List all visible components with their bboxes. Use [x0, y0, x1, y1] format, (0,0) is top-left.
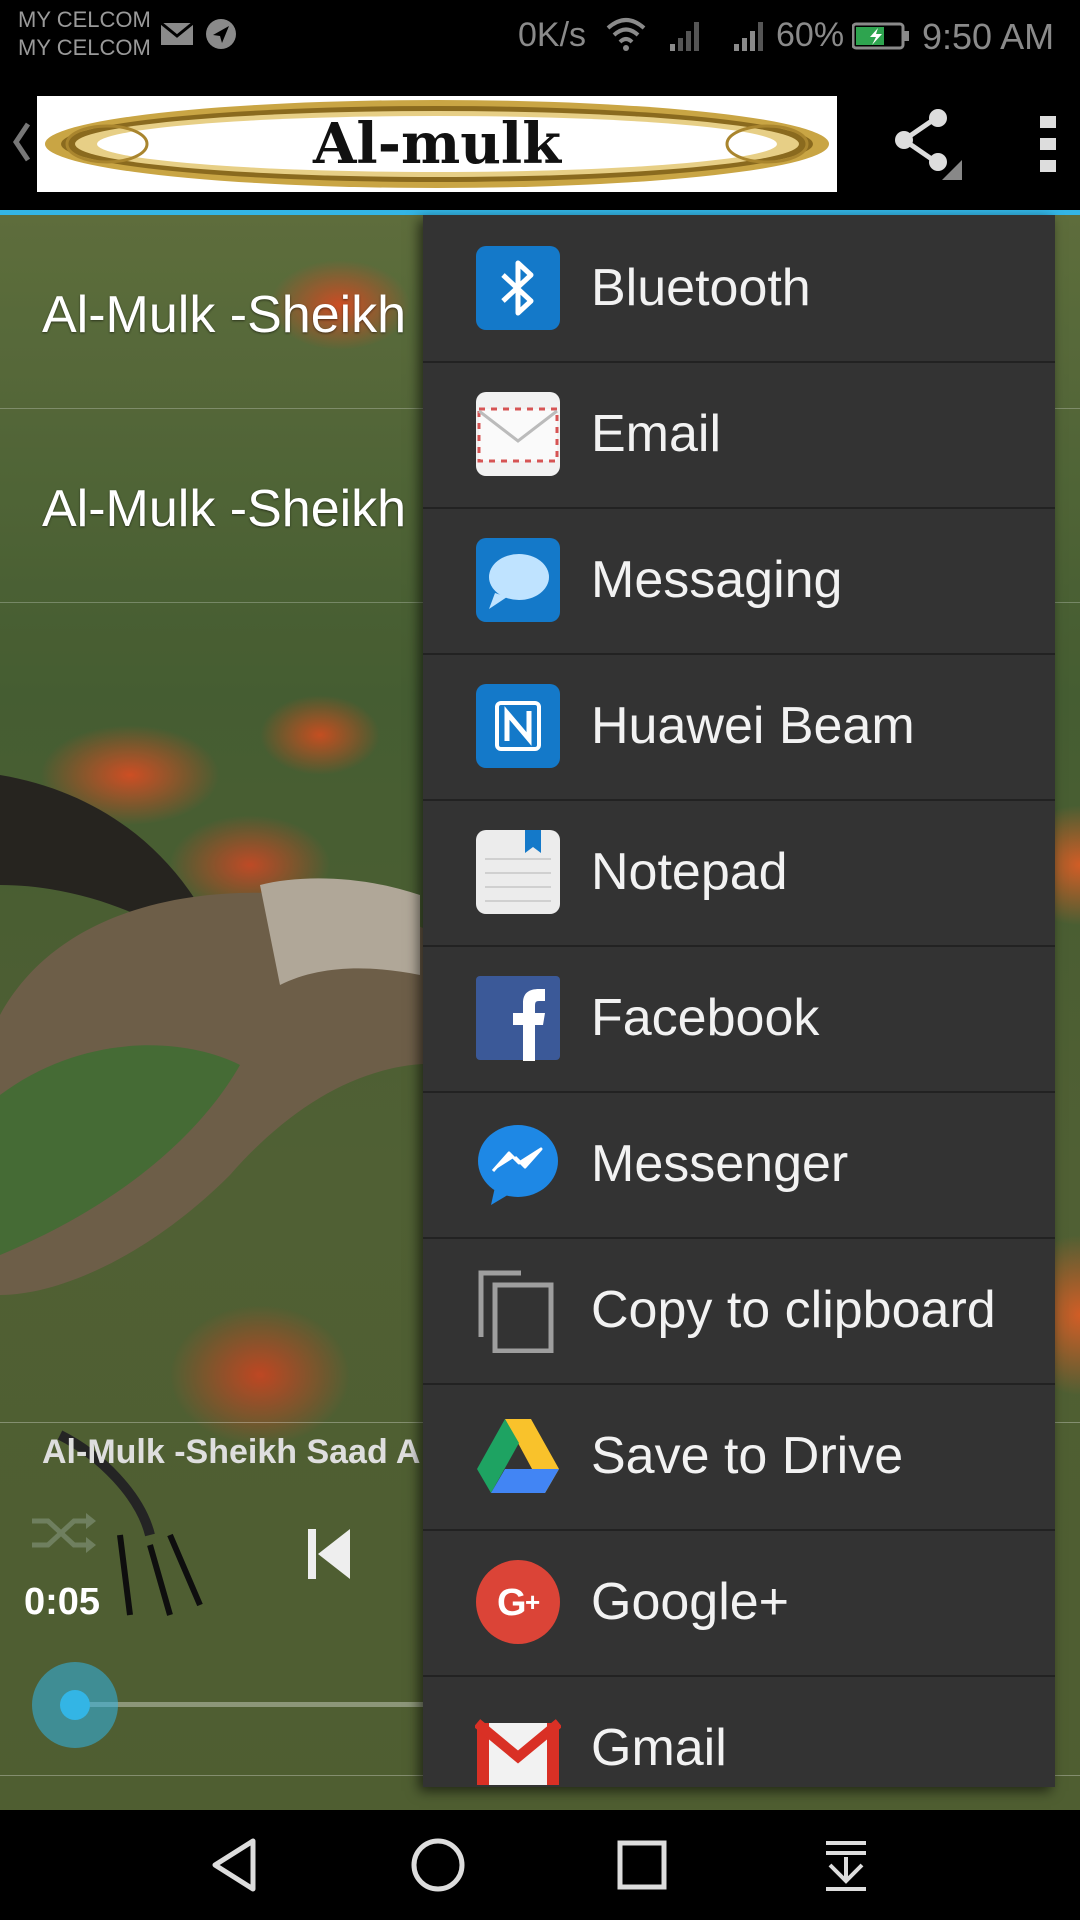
gmail-icon — [475, 1719, 561, 1785]
share-option-huawei-beam[interactable]: Huawei Beam — [423, 653, 1055, 801]
network-speed: 0K/s — [518, 16, 587, 54]
share-option-google-plus[interactable]: G + Google+ — [423, 1529, 1055, 1677]
home-icon[interactable] — [408, 1835, 468, 1895]
clock: 9:50 AM — [922, 16, 1055, 57]
seek-bar[interactable] — [72, 1702, 472, 1707]
track-title: Al-Mulk -Sheikh — [42, 286, 407, 344]
wifi-icon — [606, 18, 646, 51]
now-playing-title: Al-Mulk -Sheikh Saad A — [42, 1433, 421, 1471]
share-option-copy-to-clipboard[interactable]: Copy to clipboard — [423, 1237, 1055, 1385]
page-title: Al-mulk — [312, 111, 561, 177]
carrier-label: MY CELCOM — [18, 35, 151, 60]
notification-pull-icon[interactable] — [816, 1835, 876, 1895]
email-icon — [476, 392, 560, 476]
share-option-bluetooth[interactable]: Bluetooth — [423, 215, 1055, 363]
share-menu: Bluetooth Email Messaging Huawei Beam No… — [423, 215, 1055, 1787]
svg-text:G: G — [497, 1582, 527, 1624]
previous-icon[interactable] — [306, 1527, 352, 1581]
google-plus-icon: G + — [476, 1560, 560, 1644]
share-option-messenger[interactable]: Messenger — [423, 1091, 1055, 1239]
facebook-icon — [476, 976, 560, 1061]
overflow-menu-icon[interactable] — [1036, 112, 1060, 176]
bluetooth-icon — [476, 246, 560, 330]
track-title: Al-Mulk -Sheikh — [42, 480, 407, 538]
share-option-notepad[interactable]: Notepad — [423, 799, 1055, 947]
signal-icon — [670, 22, 699, 51]
back-icon[interactable] — [205, 1835, 265, 1895]
share-icon[interactable] — [890, 108, 962, 180]
battery-icon — [852, 22, 909, 50]
drive-icon — [477, 1419, 559, 1493]
navigation-icon — [206, 19, 236, 49]
share-option-label: Bluetooth — [591, 259, 811, 317]
status-bar: MY CELCOM MY CELCOM 0K/s 60% 9:50 AM — [0, 0, 1080, 72]
share-option-facebook[interactable]: Facebook — [423, 945, 1055, 1093]
elapsed-time: 0:05 — [24, 1581, 101, 1623]
shuffle-icon[interactable] — [30, 1511, 96, 1555]
share-option-gmail[interactable]: Gmail — [423, 1675, 1055, 1787]
share-option-label: Messaging — [591, 551, 843, 609]
navigation-bar — [0, 1810, 1080, 1920]
action-bar: Al-mulk — [0, 72, 1080, 215]
huawei-beam-icon — [476, 684, 560, 768]
signal-icon — [734, 22, 763, 51]
carrier-labels: MY CELCOM MY CELCOM — [18, 6, 151, 62]
share-option-label: Huawei Beam — [591, 697, 915, 755]
carrier-label: MY CELCOM — [18, 7, 151, 32]
share-option-messaging[interactable]: Messaging — [423, 507, 1055, 655]
share-option-label: Email — [591, 405, 722, 463]
messaging-icon — [476, 538, 560, 622]
copy-icon — [478, 1270, 554, 1353]
battery-percent: 60% — [776, 16, 845, 54]
share-option-label: Copy to clipboard — [591, 1281, 996, 1339]
seek-thumb[interactable] — [60, 1690, 90, 1720]
share-option-label: Google+ — [591, 1573, 790, 1631]
recents-icon[interactable] — [612, 1835, 672, 1895]
share-option-label: Facebook — [591, 989, 820, 1047]
back-chevron-icon[interactable] — [10, 120, 32, 164]
share-option-label: Gmail — [591, 1719, 727, 1777]
share-option-label: Notepad — [591, 843, 788, 901]
share-option-label: Messenger — [591, 1135, 849, 1193]
mail-icon — [160, 22, 194, 45]
share-option-email[interactable]: Email — [423, 361, 1055, 509]
share-option-save-to-drive[interactable]: Save to Drive — [423, 1383, 1055, 1531]
svg-text:+: + — [525, 1587, 540, 1617]
share-option-label: Save to Drive — [591, 1427, 904, 1485]
app-title-banner: Al-mulk — [37, 96, 837, 192]
notepad-icon — [476, 830, 560, 914]
messenger-icon — [478, 1125, 558, 1205]
